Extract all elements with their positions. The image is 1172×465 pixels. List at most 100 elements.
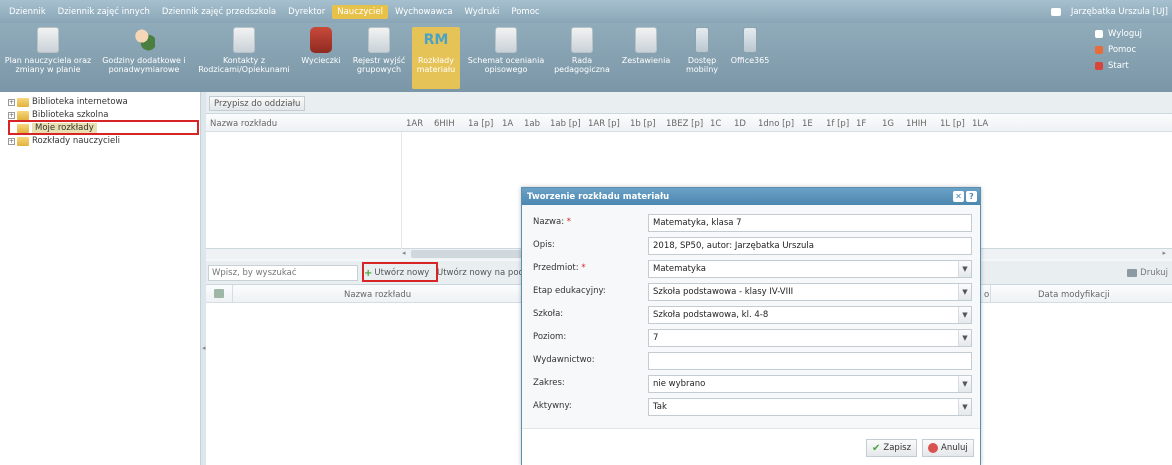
expand-icon[interactable]: + — [8, 98, 15, 106]
dialog-header-buttons: ✕ ? — [951, 191, 977, 202]
create-new-from-button[interactable]: Utwórz nowy na pod — [437, 265, 524, 281]
col-class[interactable]: 1AR — [406, 119, 423, 129]
save-label: Zapisz — [883, 443, 912, 453]
chevron-down-icon[interactable]: ▼ — [958, 399, 971, 415]
menu-dyrektor[interactable]: Dyrektor — [283, 5, 330, 19]
col-class[interactable]: 1ab — [524, 119, 540, 129]
chat-icon[interactable] — [1050, 7, 1061, 16]
create-schedule-dialog: Tworzenie rozkładu materiału ✕ ? Nazwa: … — [521, 187, 981, 465]
chevron-down-icon[interactable]: ▼ — [958, 284, 971, 300]
select-value: Matematyka — [653, 264, 706, 274]
col-class[interactable]: 1G — [882, 119, 894, 129]
menu-dziennik[interactable]: Dziennik — [4, 5, 51, 19]
ribbon-dostep-mobilny[interactable]: Dostęp mobilny — [680, 27, 724, 89]
help-link[interactable]: Pomoc — [1095, 43, 1142, 57]
column-separator — [232, 285, 233, 303]
etap-select[interactable]: Szkoła podstawowa - klasy IV-VIII ▼ — [648, 283, 972, 301]
col-nazwa-rozkladu[interactable]: Nazwa rozkładu — [344, 290, 411, 300]
field-nazwa: Nazwa: * Matematyka, klasa 7 — [522, 213, 980, 233]
chevron-down-icon[interactable]: ▼ — [958, 330, 971, 346]
przedmiot-select[interactable]: Matematyka ▼ — [648, 260, 972, 278]
zakres-select[interactable]: nie wybrano ▼ — [648, 375, 972, 393]
user-name[interactable]: Jarzębatka Urszula [UJ] — [1071, 7, 1168, 17]
chevron-down-icon[interactable]: ▼ — [958, 376, 971, 392]
help-label: Pomoc — [1108, 45, 1137, 55]
col-class[interactable]: 1D — [734, 119, 746, 129]
field-label: Wydawnictwo: — [533, 355, 595, 365]
opis-input[interactable]: 2018, SP50, autor: Jarzębatka Urszula — [648, 237, 972, 255]
print-button[interactable]: Drukuj — [1127, 265, 1168, 281]
ribbon-godziny-dodatkowe[interactable]: Godziny dodatkowe i ponadwymiarowe — [98, 27, 190, 89]
col-class[interactable]: 1a [p] — [468, 119, 493, 129]
chevron-down-icon[interactable]: ▼ — [958, 261, 971, 277]
menu-dziennik-innych[interactable]: Dziennik zajęć innych — [53, 5, 155, 19]
nazwa-input[interactable]: Matematyka, klasa 7 — [648, 214, 972, 232]
select-all-icon[interactable] — [214, 289, 224, 298]
col-data-modyfikacji[interactable]: Data modyfikacji — [1038, 290, 1110, 300]
wydawnictwo-input[interactable] — [648, 352, 972, 370]
szkola-select[interactable]: Szkoła podstawowa, kl. 4-8 ▼ — [648, 306, 972, 324]
ribbon-schemat-oceniania[interactable]: Schemat oceniania opisowego — [467, 27, 545, 89]
expand-icon[interactable]: + — [8, 111, 15, 119]
check-icon: ✔ — [872, 442, 881, 454]
scroll-right-icon[interactable]: ▸ — [1162, 249, 1166, 257]
field-przedmiot: Przedmiot: * Matematyka ▼ — [522, 259, 980, 279]
tree-item-biblioteka-internetowa[interactable]: + Biblioteka internetowa — [8, 96, 128, 108]
cancel-button[interactable]: Anuluj — [922, 439, 974, 457]
poziom-select[interactable]: 7 ▼ — [648, 329, 972, 347]
col-class[interactable]: 1L [p] — [940, 119, 965, 129]
col-class[interactable]: 6HIH — [434, 119, 455, 129]
register-icon — [368, 27, 390, 53]
ribbon-rozklady-materialu[interactable]: RM Rozkłady materiału — [412, 27, 460, 89]
field-label: Nazwa: * — [533, 217, 571, 227]
col-class[interactable]: 1b [p] — [630, 119, 656, 129]
col-class[interactable]: 1ab [p] — [550, 119, 581, 129]
menu-nauczyciel[interactable]: Nauczyciel — [332, 4, 388, 19]
field-label: Poziom: — [533, 332, 567, 342]
col-class[interactable]: 1f [p] — [826, 119, 849, 129]
aktywny-select[interactable]: Tak ▼ — [648, 398, 972, 416]
expand-icon[interactable]: + — [8, 137, 15, 145]
col-class[interactable]: 1C — [710, 119, 721, 129]
col-class[interactable]: 1dno [p] — [758, 119, 794, 129]
council-icon — [571, 27, 593, 53]
ribbon-rada-pedagogiczna[interactable]: Rada pedagogiczna — [550, 27, 614, 89]
ribbon-zestawienia[interactable]: Zestawienia — [618, 27, 674, 89]
col-class[interactable]: 1HIH — [906, 119, 927, 129]
tree-item-rozklady-nauczycieli[interactable]: + Rozkłady nauczycieli — [8, 135, 120, 147]
scrollbar-thumb[interactable] — [411, 250, 531, 258]
ribbon-office365[interactable]: Office365 — [728, 27, 772, 89]
save-button[interactable]: ✔ Zapisz — [866, 439, 918, 457]
col-class[interactable]: 1AR [p] — [588, 119, 620, 129]
menu-dziennik-przedszkola[interactable]: Dziennik zajęć przedszkola — [157, 5, 281, 19]
col-class[interactable]: 1E — [802, 119, 813, 129]
ribbon-wycieczki[interactable]: Wycieczki — [300, 27, 342, 89]
col-nazwa-rozkladu[interactable]: Nazwa rozkładu — [210, 119, 277, 129]
assign-to-class-button[interactable]: Przypisz do oddziału — [209, 96, 306, 111]
start-link[interactable]: Start — [1095, 59, 1142, 73]
menu-wychowawca[interactable]: Wychowawca — [390, 5, 458, 19]
close-icon[interactable]: ✕ — [953, 191, 964, 202]
help-icon[interactable]: ? — [966, 191, 977, 202]
col-partial[interactable]: o — [984, 290, 989, 300]
logout-link[interactable]: Wyloguj — [1095, 27, 1142, 41]
dialog-body: Nazwa: * Matematyka, klasa 7 Opis: 2018,… — [522, 205, 980, 445]
ribbon-plan-nauczyciela[interactable]: Plan nauczyciela oraz zmiany w planie — [2, 27, 94, 89]
select-value: nie wybrano — [653, 379, 706, 389]
col-class[interactable]: 1LA — [972, 119, 988, 129]
search-input[interactable] — [208, 265, 358, 281]
tree-item-label: Biblioteka szkolna — [32, 110, 109, 120]
col-class[interactable]: 1F — [856, 119, 866, 129]
chevron-down-icon[interactable]: ▼ — [958, 307, 971, 323]
scroll-left-icon[interactable]: ◂ — [402, 249, 406, 257]
ribbon-kontakty[interactable]: Kontakty z Rodzicami/Opiekunami — [196, 27, 292, 89]
menu-wydruki[interactable]: Wydruki — [460, 5, 505, 19]
menu-pomoc[interactable]: Pomoc — [506, 5, 544, 19]
ribbon-rejestr-wyjsc[interactable]: Rejestr wyjść grupowych — [351, 27, 407, 89]
col-class[interactable]: 1A — [502, 119, 513, 129]
field-label: Zakres: — [533, 378, 565, 388]
field-label-text: Przedmiot: — [533, 263, 579, 273]
col-class[interactable]: 1BEZ [p] — [666, 119, 703, 129]
ribbon-label: Schemat oceniania opisowego — [467, 56, 545, 74]
collapse-icon[interactable]: ◂ — [202, 344, 206, 352]
